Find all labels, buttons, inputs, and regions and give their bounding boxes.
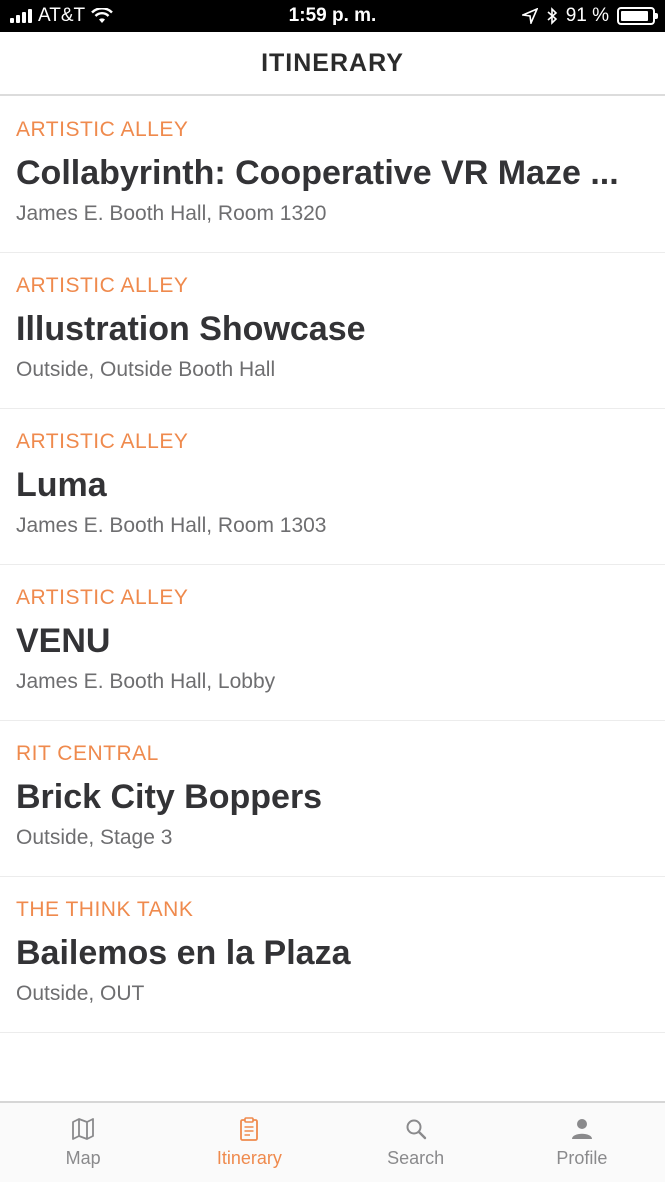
battery-fill (621, 11, 649, 21)
tab-map[interactable]: Map (0, 1103, 166, 1182)
map-icon (72, 1118, 95, 1140)
bluetooth-icon (547, 7, 557, 25)
item-category: RIT CENTRAL (16, 742, 159, 765)
item-location: Outside, Stage 3 (16, 826, 173, 849)
item-title: VENU (16, 622, 111, 660)
item-category: ARTISTIC ALLEY (16, 118, 189, 141)
battery-percent: 91 % (565, 5, 609, 26)
tab-search[interactable]: Search (333, 1103, 499, 1182)
tab-itinerary-label: Itinerary (216, 1148, 282, 1168)
item-title: Bailemos en la Plaza (16, 934, 351, 972)
itinerary-item[interactable]: ARTISTIC ALLEY VENU James E. Booth Hall,… (0, 565, 665, 721)
status-bar: AT&T 1:59 p. m. 91 % (0, 0, 665, 32)
item-location: James E. Booth Hall, Room 1303 (16, 514, 327, 537)
itinerary-item[interactable]: RIT CENTRAL Brick City Boppers Outside, … (0, 721, 665, 877)
item-category: ARTISTIC ALLEY (16, 274, 189, 297)
item-title: Luma (16, 466, 107, 504)
item-title: Brick City Boppers (16, 778, 323, 816)
tab-profile-label: Profile (556, 1148, 608, 1168)
tab-search-label: Search (387, 1148, 445, 1168)
item-location: James E. Booth Hall, Lobby (16, 670, 276, 693)
tab-map-label: Map (65, 1148, 101, 1168)
item-title: Illustration Showcase (16, 310, 366, 348)
itinerary-item[interactable]: ARTISTIC ALLEY Collabyrinth: Cooperative… (0, 97, 665, 253)
itinerary-list: ARTISTIC ALLEY Collabyrinth: Cooperative… (0, 97, 665, 1033)
status-right: 91 % (521, 5, 658, 27)
person-icon (571, 1119, 592, 1139)
clipboard-icon (240, 1117, 259, 1141)
page-title: ITINERARY (261, 48, 404, 77)
location-arrow-icon (521, 8, 538, 24)
itinerary-item[interactable]: THE THINK TANK Bailemos en la Plaza Outs… (0, 877, 665, 1033)
nav-bar: ITINERARY (0, 32, 665, 96)
item-category: ARTISTIC ALLEY (16, 586, 189, 609)
search-icon (406, 1119, 426, 1140)
tab-itinerary[interactable]: Itinerary (166, 1103, 332, 1182)
item-title: Collabyrinth: Cooperative VR Maze ... (16, 154, 619, 192)
item-location: James E. Booth Hall, Room 1320 (16, 202, 327, 225)
itinerary-item[interactable]: ARTISTIC ALLEY Illustration Showcase Out… (0, 253, 665, 409)
item-location: Outside, Outside Booth Hall (16, 358, 276, 381)
item-category: THE THINK TANK (16, 898, 194, 921)
tab-profile[interactable]: Profile (499, 1103, 665, 1182)
item-location: Outside, OUT (16, 982, 145, 1005)
tab-bar: Map Itinerary Search Profile (0, 1101, 665, 1182)
itinerary-item[interactable]: ARTISTIC ALLEY Luma James E. Booth Hall,… (0, 409, 665, 565)
item-category: ARTISTIC ALLEY (16, 430, 189, 453)
battery-icon (617, 7, 658, 25)
